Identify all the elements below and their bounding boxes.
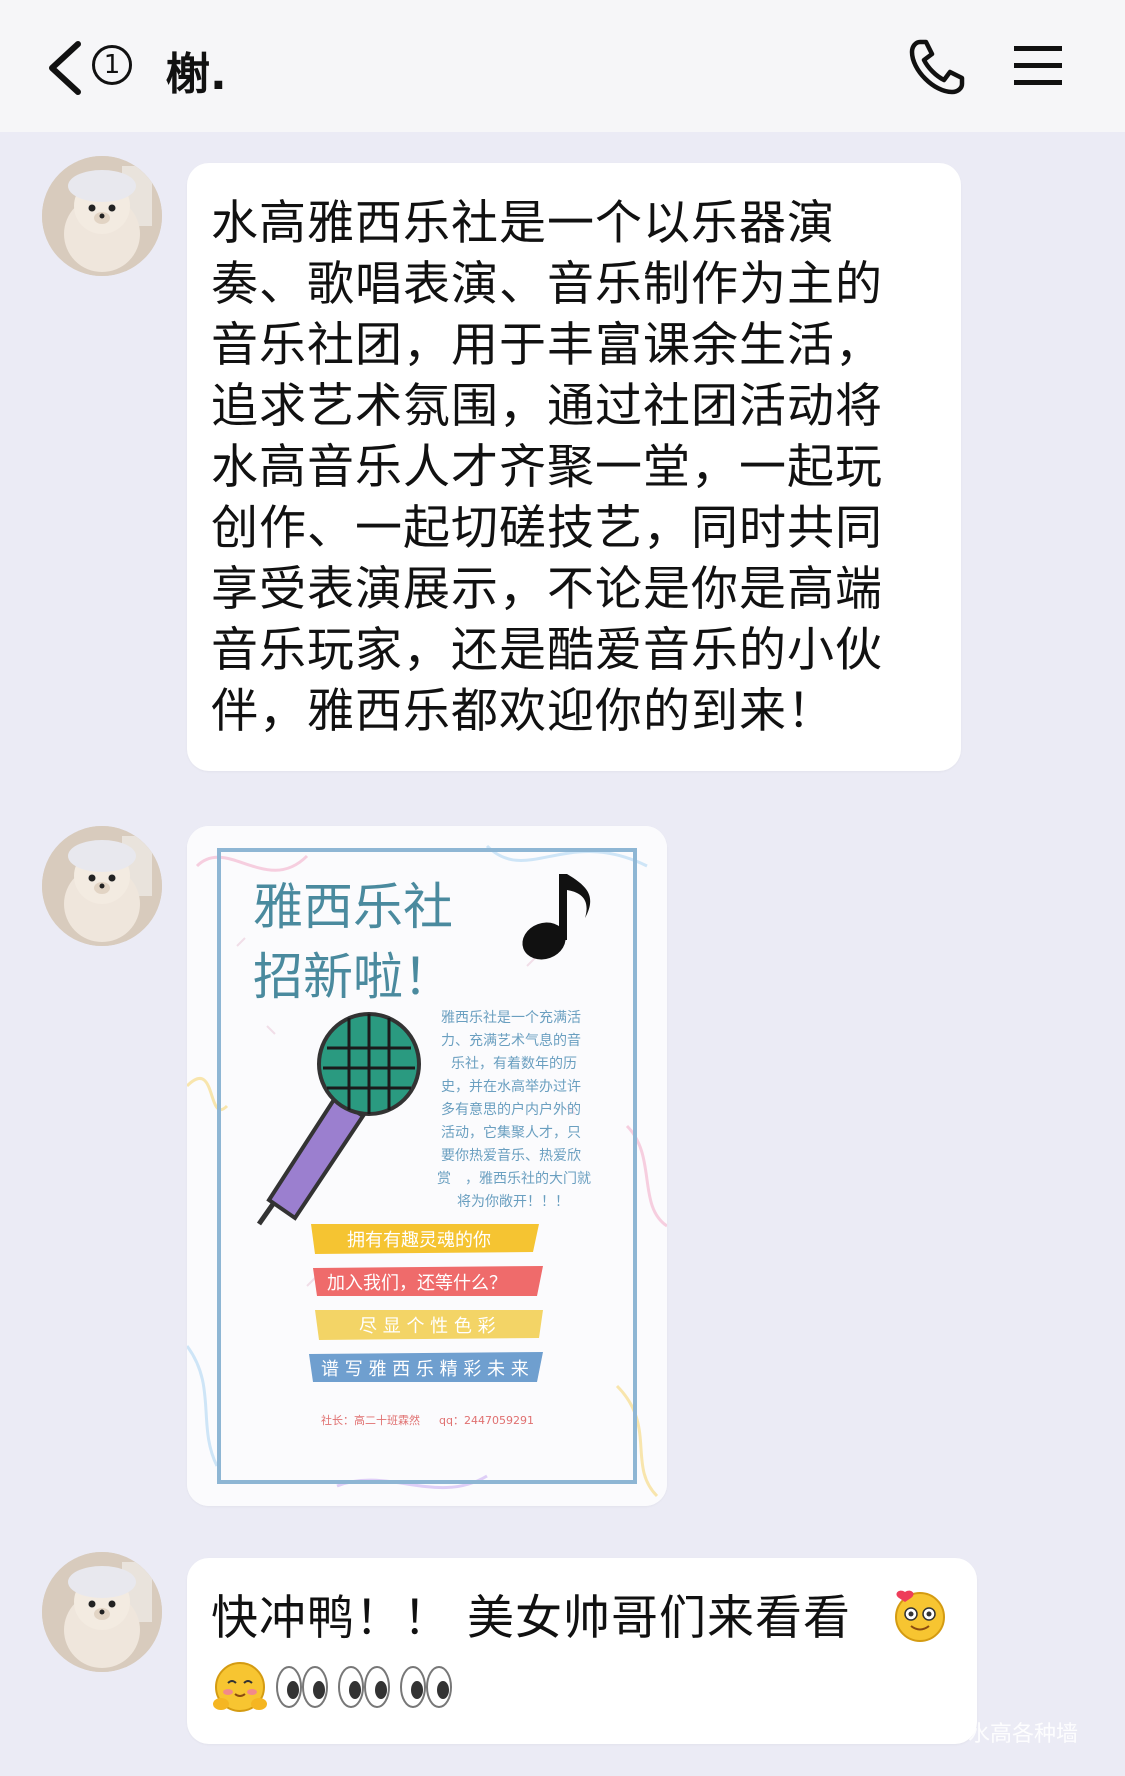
ribbon-text: 谱 写 雅 西 乐 精 彩 未 来 <box>321 1359 529 1380</box>
chat-title: 榭. <box>166 49 227 100</box>
poster-title-line1: 雅西乐社 <box>253 878 453 936</box>
message-line: 创作、一起切磋技艺，同时共同 <box>211 501 883 556</box>
intro-line: 活动，它集聚人才，只 <box>441 1124 581 1141</box>
poster-ribbon: 加入我们，还等什么？ <box>313 1266 543 1296</box>
ribbon-text: 加入我们，还等什么？ <box>327 1273 507 1294</box>
message-line: 水高雅西乐社是一个以乐器演 <box>211 196 835 251</box>
poster-ribbon: 谱 写 雅 西 乐 精 彩 未 来 <box>309 1352 543 1382</box>
menu-icon[interactable] <box>1012 44 1064 88</box>
teddy-bear-avatar-image <box>42 156 162 276</box>
message-line: 享受表演展示，不论是你是高端 <box>211 562 883 617</box>
message-bubble-text[interactable]: 快冲鸭！！ 美女帅哥们来看看 <box>187 1558 977 1744</box>
message-line: 奏、歌唱表演、音乐制作为主的 <box>211 257 883 312</box>
eyes-emoji <box>338 1666 390 1708</box>
ribbon-text: 尽 显 个 性 色 彩 <box>359 1316 496 1337</box>
intro-line: 要你热爱音乐、热爱欣 <box>441 1147 581 1164</box>
smiling-face-emoji <box>895 1590 945 1642</box>
message-line: 追求艺术氛围，通过社团活动将 <box>211 379 883 434</box>
message-line: 水高音乐人才齐聚一堂，一起玩 <box>211 440 883 495</box>
sender-avatar[interactable] <box>42 1552 162 1672</box>
message-bubble-image[interactable]: 雅西乐社 招新啦！ 雅西乐社是一个充满活 力、充满艺术气息的音 乐社，有着数年的… <box>187 826 667 1506</box>
intro-line: 雅西乐社是一个充满活 <box>441 1010 581 1026</box>
watermark-text: 水高各种墙 <box>968 1722 1079 1747</box>
poster-ribbon: 拥有有趣灵魂的你 <box>311 1224 539 1254</box>
ribbon-text: 拥有有趣灵魂的你 <box>347 1230 491 1251</box>
message-text: 水高雅西乐社是一个以乐器演 奏、歌唱表演、音乐制作为主的 音乐社团，用于丰富课余… <box>211 193 941 742</box>
message-line: 音乐玩家，还是酷爱音乐的小伙 <box>211 623 883 678</box>
poster-footer-qq: qq：2447059291 <box>439 1414 534 1427</box>
sender-avatar[interactable] <box>42 156 162 276</box>
chat-header: 1 榭. <box>0 0 1125 132</box>
unread-count-badge[interactable]: 1 <box>92 45 132 85</box>
eyes-emoji <box>276 1666 328 1708</box>
message-line: 伴，雅西乐都欢迎你的到来！ <box>211 684 835 739</box>
teddy-bear-avatar-image <box>42 1552 162 1672</box>
eyes-emoji <box>400 1666 452 1708</box>
face-with-hands-emoji <box>213 1662 267 1712</box>
poster-footer-president: 社长：高二十班霖然 <box>321 1413 420 1427</box>
poster-title-line2: 招新啦！ <box>253 948 453 1006</box>
watermark-icon <box>934 1716 962 1744</box>
recruitment-poster-image: 雅西乐社 招新啦！ 雅西乐社是一个充满活 力、充满艺术气息的音 乐社，有着数年的… <box>187 826 667 1506</box>
message-text: 快冲鸭！！ 美女帅哥们来看看 <box>211 1591 851 1646</box>
intro-line: 将为你敞开！！！ <box>457 1194 569 1210</box>
back-arrow-icon[interactable] <box>42 36 90 100</box>
intro-line: 乐社，有着数年的历 <box>451 1056 577 1072</box>
intro-line: 赏 ，雅西乐社的大门就 <box>437 1171 591 1187</box>
emoji-row <box>211 1658 455 1716</box>
message-line: 音乐社团，用于丰富课余生活， <box>211 318 883 373</box>
poster-intro-text: 雅西乐社是一个充满活 力、充满艺术气息的音 乐社，有着数年的历 史，并在水高举办… <box>437 1010 591 1210</box>
phone-icon[interactable] <box>906 36 968 98</box>
teddy-bear-avatar-image <box>42 826 162 946</box>
intro-line: 多有意思的户内户外的 <box>441 1101 581 1118</box>
intro-line: 力、充满艺术气息的音 <box>441 1032 581 1049</box>
sender-avatar[interactable] <box>42 826 162 946</box>
intro-line: 史，并在水高举办过许 <box>441 1078 581 1095</box>
message-bubble-text[interactable]: 水高雅西乐社是一个以乐器演 奏、歌唱表演、音乐制作为主的 音乐社团，用于丰富课余… <box>187 163 961 771</box>
poster-ribbon: 尽 显 个 性 色 彩 <box>315 1310 543 1340</box>
